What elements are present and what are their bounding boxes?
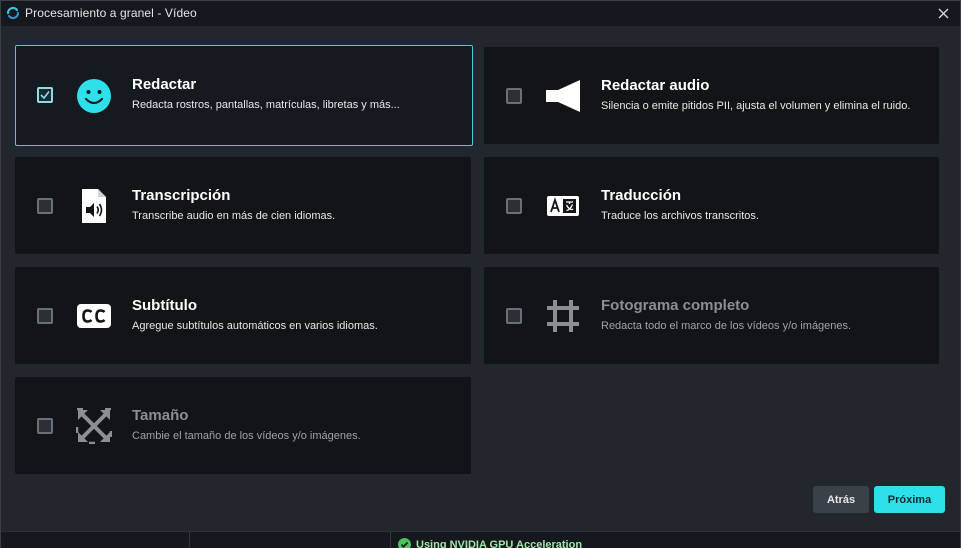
smiley-face-icon <box>76 78 112 114</box>
option-checkbox-full-frame[interactable] <box>506 308 522 324</box>
option-card-resize[interactable]: Tamaño Cambie el tamaño de los vídeos y/… <box>15 377 471 474</box>
status-bar: Using NVIDIA GPU Acceleration <box>1 531 960 548</box>
option-title-subtitle: Subtítulo <box>132 297 197 314</box>
title-bar: Procesamiento a granel - Vídeo <box>1 1 960 26</box>
option-description-redact-audio: Silencia o emite pitidos PII, ajusta el … <box>601 100 911 112</box>
status-divider <box>189 532 190 548</box>
option-title-full-frame: Fotograma completo <box>601 297 750 314</box>
option-card-full-frame[interactable]: Fotograma completo Redacta todo el marco… <box>484 267 939 364</box>
option-card-transcription[interactable]: Transcripción Transcribe audio en más de… <box>15 157 471 254</box>
check-circle-icon <box>398 538 411 548</box>
option-description-transcription: Transcribe audio en más de cien idiomas. <box>132 210 336 222</box>
option-title-transcription: Transcripción <box>132 187 231 204</box>
option-title-translation: Traducción <box>601 187 682 204</box>
next-button[interactable]: Próxima <box>874 486 945 513</box>
option-card-translation[interactable]: Traducción Traduce los archivos transcri… <box>484 157 939 254</box>
closed-caption-icon <box>76 298 112 334</box>
gpu-status: Using NVIDIA GPU Acceleration <box>398 538 582 548</box>
option-checkbox-subtitle[interactable] <box>37 308 53 324</box>
translate-icon <box>545 188 581 224</box>
option-checkbox-redact[interactable] <box>37 87 53 103</box>
window-title: Procesamiento a granel - Vídeo <box>25 6 197 20</box>
option-card-subtitle[interactable]: Subtítulo Agregue subtítulos automáticos… <box>15 267 471 364</box>
option-description-resize: Cambie el tamaño de los vídeos y/o imáge… <box>132 430 361 442</box>
option-card-redact[interactable]: Redactar Redacta rostros, pantallas, mat… <box>15 45 473 146</box>
audio-file-icon <box>76 188 112 224</box>
speaker-icon <box>545 78 581 114</box>
resize-arrows-icon <box>76 408 112 444</box>
option-title-redact: Redactar <box>132 76 197 93</box>
crop-frame-icon <box>545 298 581 334</box>
option-description-subtitle: Agregue subtítulos automáticos en varios… <box>132 320 378 332</box>
back-button[interactable]: Atrás <box>813 486 869 513</box>
bulk-processing-dialog: Procesamiento a granel - Vídeo Redactar … <box>0 0 961 548</box>
option-card-redact-audio[interactable]: Redactar audio Silencia o emite pitidos … <box>484 47 939 144</box>
option-description-redact: Redacta rostros, pantallas, matrículas, … <box>132 99 400 111</box>
option-checkbox-redact-audio[interactable] <box>506 88 522 104</box>
option-title-resize: Tamaño <box>132 407 189 424</box>
app-logo-icon <box>6 6 20 20</box>
option-description-translation: Traduce los archivos transcritos. <box>601 210 759 222</box>
option-title-redact-audio: Redactar audio <box>601 77 710 94</box>
close-icon <box>938 8 948 18</box>
checkmark-icon <box>40 91 50 100</box>
option-checkbox-translation[interactable] <box>506 198 522 214</box>
option-checkbox-resize[interactable] <box>37 418 53 434</box>
close-button[interactable] <box>934 4 952 22</box>
gpu-status-text: Using NVIDIA GPU Acceleration <box>416 538 583 548</box>
status-divider <box>390 532 391 548</box>
option-checkbox-transcription[interactable] <box>37 198 53 214</box>
option-description-full-frame: Redacta todo el marco de los vídeos y/o … <box>601 320 852 332</box>
